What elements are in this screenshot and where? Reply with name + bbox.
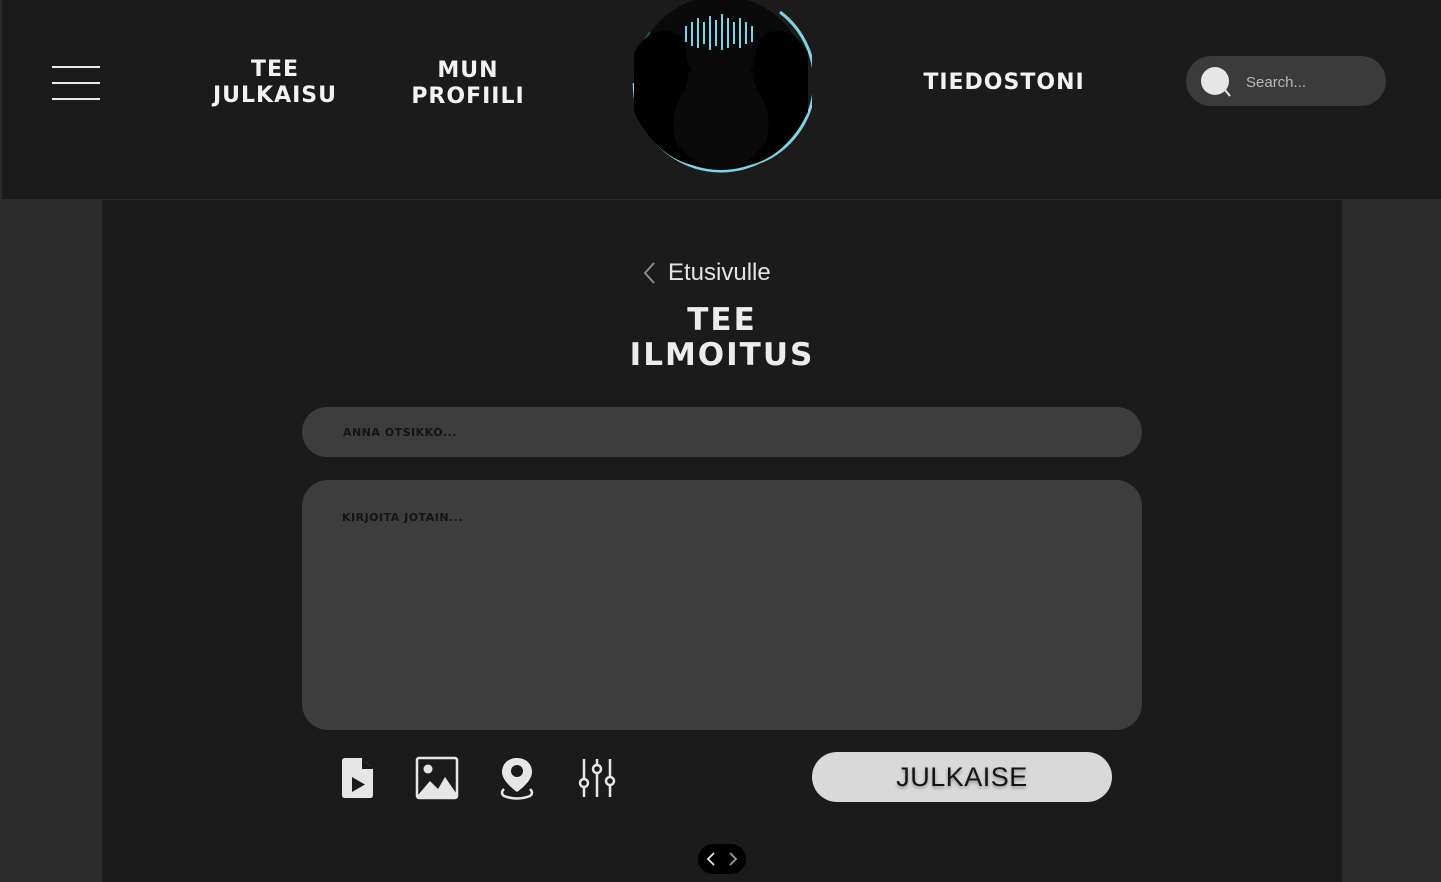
location-pin-icon[interactable] [494,755,540,801]
post-body-textarea[interactable] [302,480,1142,730]
page-title-line: ILMOITUS [629,337,815,373]
chevron-left-icon[interactable] [704,851,718,867]
top-navigation-bar: TEE JULKAISU MUN PROFIILI TIEDOSTONI Sea… [2,0,1441,199]
nav-link-label: TEE [250,57,300,82]
image-icon[interactable] [414,755,460,801]
nav-link-label: PROFIILI [411,84,525,109]
search-bar[interactable] [1186,56,1386,106]
back-to-home-link[interactable]: Etusivulle [642,256,771,290]
chevron-left-icon [643,262,655,284]
nav-link-my-files[interactable]: TIEDOSTONI [902,70,1106,96]
nav-link-label: JULKAISU [212,83,338,108]
nav-link-label: MUN [437,58,499,83]
pagination-control [698,844,746,874]
menu-icon-line [52,98,100,100]
logo-icon [632,0,816,173]
nav-link-my-profile[interactable]: MUN PROFIILI [398,58,538,110]
nav-link-create-post[interactable]: TEE JULKAISU [192,57,358,109]
chevron-right-icon[interactable] [726,851,740,867]
publish-button[interactable]: JULKAISE [812,752,1112,802]
page-title-line: TEE [687,302,757,338]
video-file-icon[interactable] [335,755,381,801]
back-link-label: Etusivulle [668,259,771,286]
post-title-input[interactable] [302,407,1142,457]
menu-icon-line [52,82,100,84]
menu-icon-line [52,66,100,68]
menu-icon[interactable] [50,62,102,104]
create-post-panel: Etusivulle TEE ILMOITUS JULKAISE [102,200,1342,882]
sliders-icon[interactable] [574,755,620,801]
search-icon[interactable] [1200,66,1232,98]
page-title: TEE ILMOITUS [562,303,882,373]
logo[interactable] [630,0,816,174]
search-input[interactable] [1244,66,1378,98]
